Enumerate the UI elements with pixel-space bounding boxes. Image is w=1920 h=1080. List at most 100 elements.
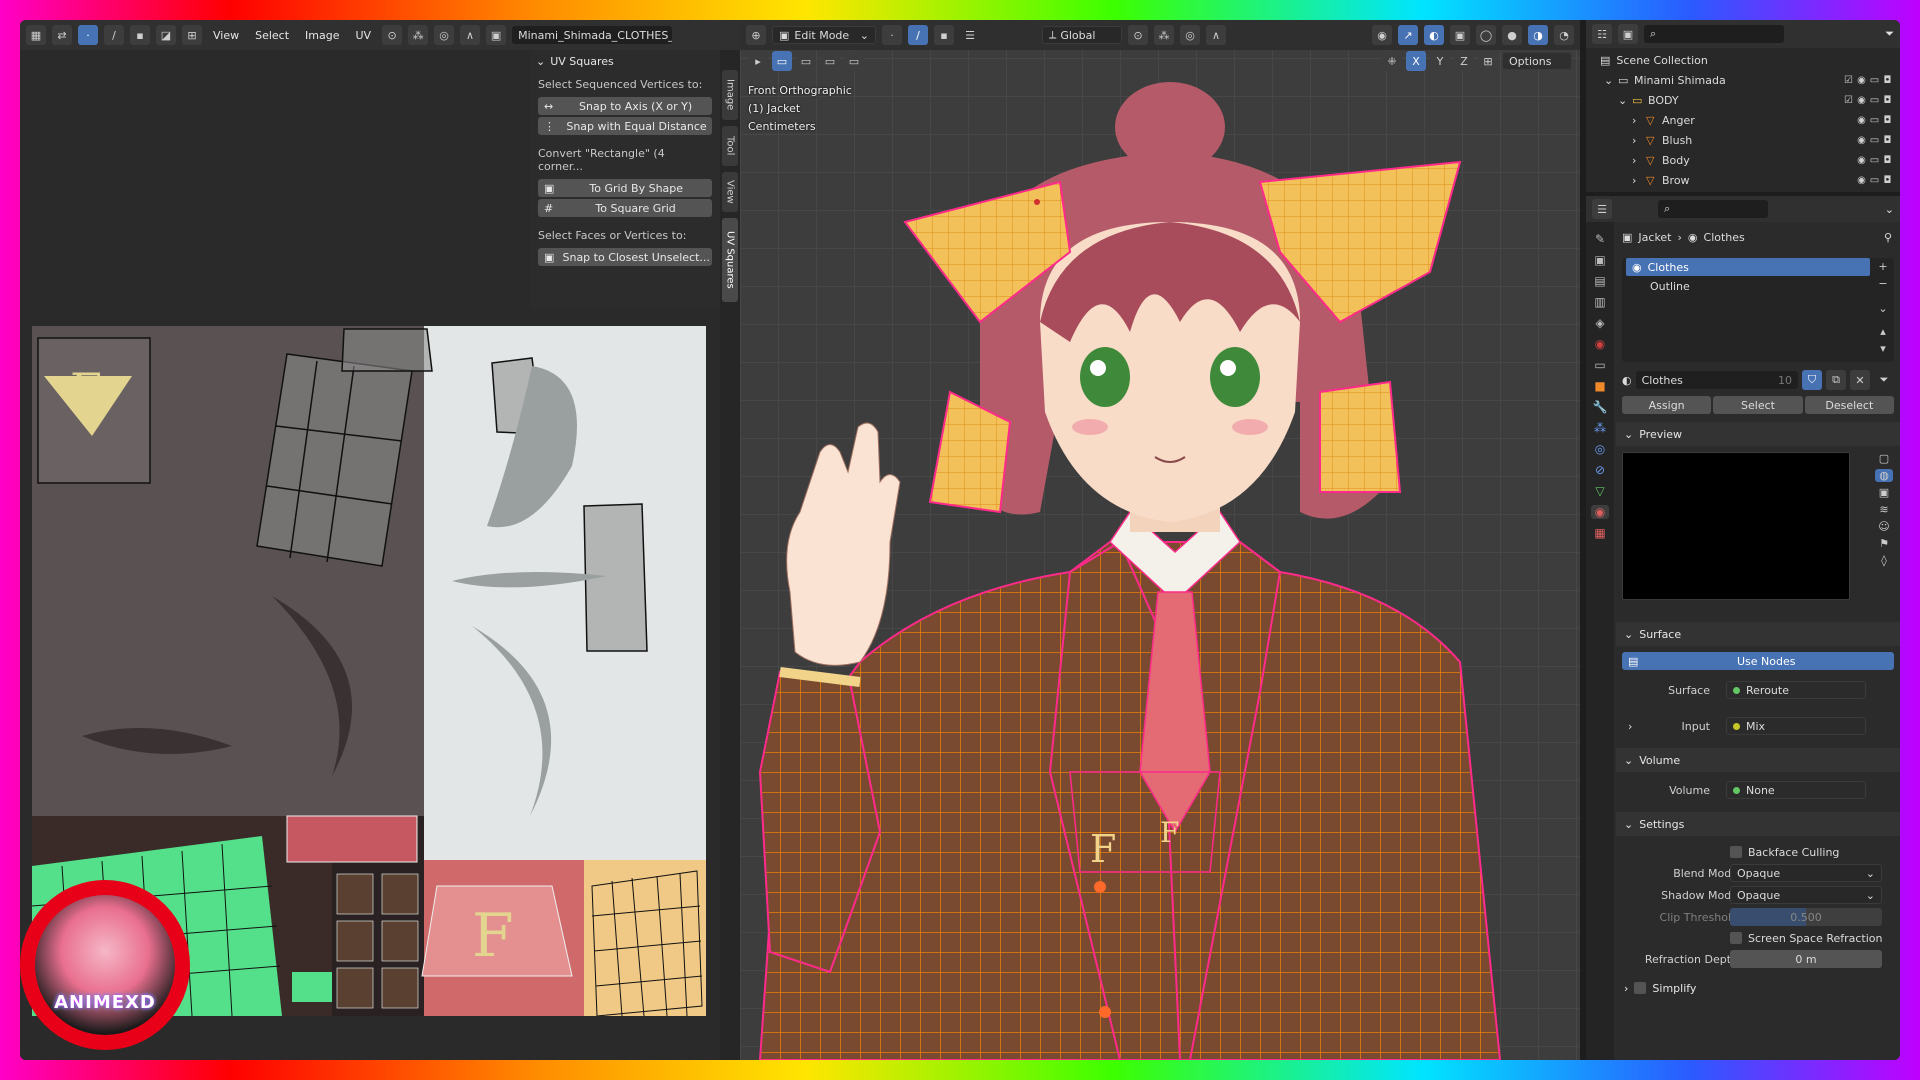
options-dropdown[interactable]: Options <box>1502 52 1572 70</box>
material-tab-icon[interactable]: ◉ <box>1590 505 1610 519</box>
checkbox-icon[interactable]: ☑ <box>1842 95 1855 106</box>
refraction-depth-field[interactable]: 0 m <box>1730 950 1882 968</box>
visibility-icon[interactable]: ◉ <box>1372 25 1392 45</box>
xray-icon[interactable]: ▣ <box>1450 25 1470 45</box>
monitor-icon[interactable]: ▭ <box>1868 155 1881 166</box>
character-model[interactable]: F F <box>740 72 1580 1060</box>
outliner-row[interactable]: ⌄ ▭ BODY ☑ ◉ ▭ ◘ <box>1592 90 1894 110</box>
deselect-button[interactable]: Deselect <box>1804 396 1894 414</box>
camera-icon[interactable]: ◘ <box>1881 75 1894 86</box>
tool-tab-icon[interactable]: ✎ <box>1595 232 1605 246</box>
axis-z-toggle[interactable]: Z <box>1454 51 1474 71</box>
tab-view[interactable]: View <box>722 172 738 212</box>
orientation-selector[interactable]: ⟂ Global <box>1042 26 1122 44</box>
editor-type-icon[interactable]: ▦ <box>26 25 46 45</box>
output-tab-icon[interactable]: ▤ <box>1594 274 1605 288</box>
mirror-icon[interactable]: ⁜ <box>1382 51 1402 71</box>
solid-shading-icon[interactable]: ● <box>1502 25 1522 45</box>
menu-image[interactable]: Image <box>300 29 344 42</box>
move-up-icon[interactable]: ▴ <box>1880 325 1886 338</box>
duplicate-icon[interactable]: ⧉ <box>1826 370 1846 390</box>
menu-select[interactable]: Select <box>250 29 294 42</box>
fluid-preview-icon[interactable]: ◊ <box>1881 554 1886 567</box>
hair-preview-icon[interactable]: ≋ <box>1879 503 1888 516</box>
monitor-icon[interactable]: ▭ <box>1868 75 1881 86</box>
input-shader-field[interactable]: Mix <box>1726 717 1866 735</box>
material-browse-icon[interactable]: ◐ <box>1622 374 1632 387</box>
vertex-mode-icon[interactable]: · <box>882 25 902 45</box>
pivot-icon[interactable]: ⊙ <box>1128 25 1148 45</box>
filter-icon[interactable]: ⏷ <box>1885 27 1894 41</box>
axis-x-toggle[interactable]: X <box>1406 51 1426 71</box>
camera-icon[interactable]: ◘ <box>1881 115 1894 126</box>
overlay-icon[interactable]: ◐ <box>1424 25 1444 45</box>
proportional-icon[interactable]: ◎ <box>434 25 455 45</box>
snap-icon[interactable]: ⁂ <box>1154 25 1174 45</box>
outliner-row[interactable]: › ▽ Blush ◉ ▭ ◘ <box>1592 130 1894 150</box>
axis-y-toggle[interactable]: Y <box>1430 51 1450 71</box>
blend-mode-select[interactable]: Opaque ⌄ <box>1730 864 1882 882</box>
expand-icon[interactable]: › <box>1628 720 1632 733</box>
object-tab-icon[interactable]: ■ <box>1594 379 1605 393</box>
simplify-checkbox[interactable] <box>1634 982 1647 994</box>
vertex-select-icon[interactable]: · <box>78 25 98 45</box>
link-type-icon[interactable]: ⏷ <box>1874 370 1894 390</box>
use-nodes-button[interactable]: ▤ Use Nodes <box>1622 652 1894 670</box>
eye-icon[interactable]: ◉ <box>1855 75 1868 86</box>
editor-type-icon[interactable]: ☷ <box>1592 24 1612 44</box>
view-layer-tab-icon[interactable]: ▥ <box>1594 295 1605 309</box>
uv-sync-icon[interactable]: ⇄ <box>52 25 72 45</box>
material-name-field[interactable]: Clothes 10 <box>1635 371 1798 389</box>
texture-tab-icon[interactable]: ▦ <box>1594 526 1605 540</box>
render-tab-icon[interactable]: ▣ <box>1594 253 1605 267</box>
camera-icon[interactable]: ◘ <box>1881 155 1894 166</box>
constraints-tab-icon[interactable]: ⊘ <box>1595 463 1605 477</box>
scene-collection-row[interactable]: ▤ Scene Collection <box>1592 50 1894 70</box>
eye-icon[interactable]: ◉ <box>1855 115 1868 126</box>
menu-icon[interactable]: ☰ <box>960 25 980 45</box>
properties-search-input[interactable]: ⌕ <box>1658 200 1768 218</box>
world-tab-icon[interactable]: ◉ <box>1595 337 1605 351</box>
move-down-icon[interactable]: ▾ <box>1880 342 1886 355</box>
camera-icon[interactable]: ◘ <box>1881 95 1894 106</box>
outliner-row[interactable]: ⌄ ▭ Minami Shimada ☑ ◉ ▭ ◘ <box>1592 70 1894 90</box>
menu-view[interactable]: View <box>208 29 244 42</box>
gizmo-icon[interactable]: ↗ <box>1398 25 1418 45</box>
surface-shader-field[interactable]: Reroute <box>1726 681 1866 699</box>
outliner-row[interactable]: › ▽ Anger ◉ ▭ ◘ <box>1592 110 1894 130</box>
camera-icon[interactable]: ◘ <box>1881 135 1894 146</box>
select-button[interactable]: Select <box>1713 396 1803 414</box>
eye-icon[interactable]: ◉ <box>1855 135 1868 146</box>
cube-preview-icon[interactable]: ▣ <box>1879 486 1889 499</box>
grid-by-shape-button[interactable]: ▣ To Grid By Shape <box>538 179 712 197</box>
add-slot-icon[interactable]: + <box>1878 260 1887 273</box>
monkey-preview-icon[interactable]: ☺ <box>1878 520 1889 533</box>
pivot-icon[interactable]: ⊙ <box>382 25 403 45</box>
monitor-icon[interactable]: ▭ <box>1868 175 1881 186</box>
panel-header[interactable]: ⌄ UV Squares <box>530 50 720 72</box>
face-mode-icon[interactable]: ▪ <box>934 25 954 45</box>
eye-icon[interactable]: ◉ <box>1855 155 1868 166</box>
image-name-field[interactable]: Minami_Shimada_CLOTHES_BA <box>512 26 673 44</box>
slot-menu-icon[interactable]: ⌄ <box>1878 302 1887 315</box>
data-tab-icon[interactable]: ▽ <box>1595 484 1604 498</box>
tab-uv-squares[interactable]: UV Squares <box>722 218 738 302</box>
volume-shader-field[interactable]: None <box>1726 781 1866 799</box>
assign-button[interactable]: Assign <box>1622 396 1712 414</box>
simplify-panel-header[interactable]: › Simplify <box>1616 976 1900 1000</box>
backface-culling-checkbox[interactable] <box>1730 846 1742 858</box>
cloth-preview-icon[interactable]: ⚑ <box>1879 537 1889 550</box>
display-mode-icon[interactable]: ▣ <box>1618 24 1638 44</box>
falloff-icon[interactable]: ∧ <box>460 25 481 45</box>
tab-tool[interactable]: Tool <box>722 126 738 166</box>
collection-tab-icon[interactable]: ▭ <box>1594 358 1605 372</box>
outliner-row[interactable]: › ▽ Brow ◉ ▭ ◘ <box>1592 170 1894 190</box>
mode-selector[interactable]: ▣ Edit Mode ⌄ <box>772 26 876 44</box>
select-intersect-icon[interactable]: ▭ <box>844 51 864 71</box>
proportional-icon[interactable]: ◎ <box>1180 25 1200 45</box>
editor-type-icon[interactable]: ☰ <box>1592 199 1612 219</box>
fake-user-icon[interactable]: ⛉ <box>1802 370 1822 390</box>
edge-select-icon[interactable]: / <box>104 25 124 45</box>
material-shading-icon[interactable]: ◑ <box>1528 25 1548 45</box>
monitor-icon[interactable]: ▭ <box>1868 95 1881 106</box>
